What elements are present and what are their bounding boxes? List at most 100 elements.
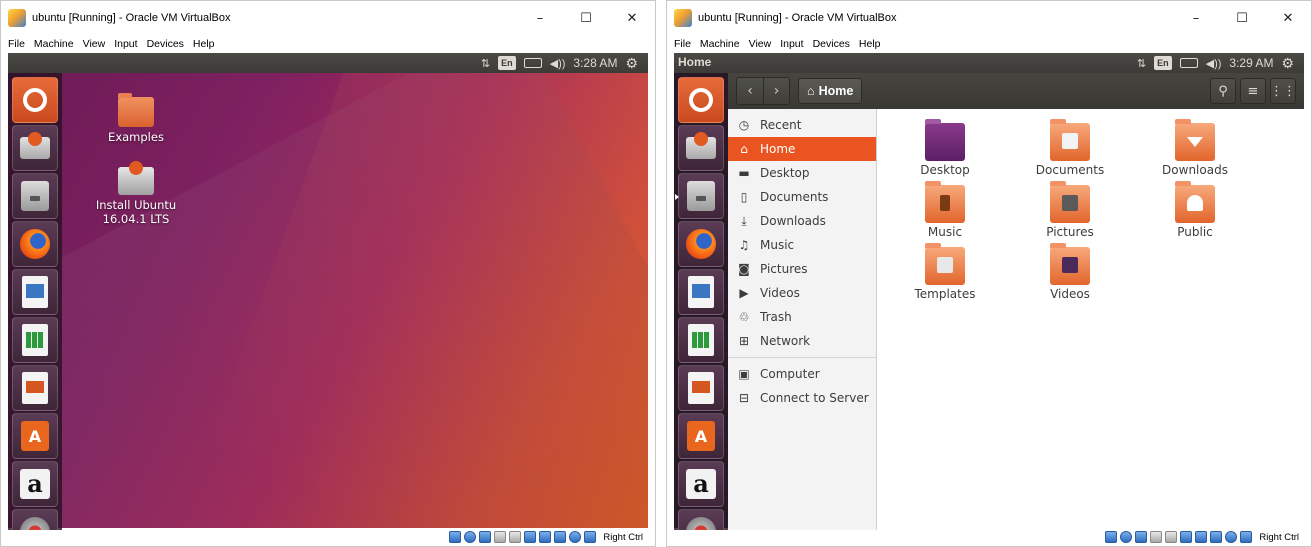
sidebar-item-documents[interactable]: ▯ Documents [728, 185, 876, 209]
libreoffice-calc-icon[interactable] [678, 317, 724, 363]
usb-icon[interactable] [1165, 531, 1178, 543]
video-capture-icon[interactable] [1210, 531, 1223, 543]
dash-search-icon[interactable] [12, 77, 58, 123]
file-item-desktop[interactable]: Desktop [895, 119, 995, 177]
video-capture-icon[interactable] [554, 531, 567, 543]
guest-display[interactable]: Home ⇅ En ◀)) 3:29 AM ⚙ A a ‹ › ⌂ Home ⚲… [674, 53, 1304, 530]
audio-icon[interactable] [1135, 531, 1148, 543]
sidebar-item-videos[interactable]: ▶ Videos [728, 281, 876, 305]
sidebar-item-network[interactable]: ⊞ Network [728, 329, 876, 353]
forward-button[interactable]: › [763, 78, 789, 104]
sidebar-item-connect-to-server[interactable]: ⊟ Connect to Server [728, 386, 876, 410]
libreoffice-impress-icon[interactable] [12, 365, 58, 411]
maximize-button[interactable]: ☐ [1219, 1, 1265, 35]
window-titlebar[interactable]: ubuntu [Running] - Oracle VM VirtualBox … [1, 1, 655, 35]
minimize-button[interactable]: – [1173, 1, 1219, 35]
sidebar-item-music[interactable]: ♫ Music [728, 233, 876, 257]
display-icon[interactable] [1195, 531, 1208, 543]
menu-help[interactable]: Help [859, 38, 881, 50]
minimize-button[interactable]: – [517, 1, 563, 35]
audio-icon[interactable] [479, 531, 492, 543]
menu-view[interactable]: View [83, 38, 106, 50]
sidebar-item-pictures[interactable]: ◙ Pictures [728, 257, 876, 281]
menu-file[interactable]: File [674, 38, 691, 50]
libreoffice-impress-icon[interactable] [678, 365, 724, 411]
clock[interactable]: 3:29 AM [1229, 56, 1273, 70]
firefox-icon[interactable] [678, 221, 724, 267]
optical-drive-icon[interactable] [464, 531, 477, 543]
file-item-public[interactable]: Public [1145, 181, 1245, 239]
ubuntu-software-icon[interactable]: A [12, 413, 58, 459]
keyboard-layout-indicator[interactable]: En [498, 56, 516, 70]
cpu-icon[interactable] [569, 531, 582, 543]
shared-folders-icon[interactable] [524, 531, 537, 543]
host-key-label[interactable]: Right Ctrl [603, 532, 643, 543]
desktop-icon-install-ubuntu[interactable]: Install Ubuntu 16.04.1 LTS [86, 161, 186, 227]
back-button[interactable]: ‹ [737, 78, 763, 104]
close-button[interactable]: ✕ [609, 1, 655, 35]
volume-icon[interactable]: ◀)) [1206, 56, 1222, 70]
system-settings-icon[interactable] [12, 509, 58, 530]
menu-devices[interactable]: Devices [147, 38, 184, 50]
clock[interactable]: 3:28 AM [573, 56, 617, 70]
search-button[interactable]: ⚲ [1210, 78, 1236, 104]
shared-folders-icon[interactable] [1180, 531, 1193, 543]
menu-machine[interactable]: Machine [34, 38, 74, 50]
firefox-icon[interactable] [12, 221, 58, 267]
menu-input[interactable]: Input [114, 38, 137, 50]
network-icon[interactable]: ⇅ [481, 56, 490, 70]
sidebar-item-desktop[interactable]: ▬ Desktop [728, 161, 876, 185]
install-ubuntu-icon[interactable] [12, 125, 58, 171]
volume-icon[interactable]: ◀)) [550, 56, 566, 70]
files-icon[interactable] [12, 173, 58, 219]
amazon-icon[interactable]: a [12, 461, 58, 507]
dash-search-icon[interactable] [678, 77, 724, 123]
sidebar-item-downloads[interactable]: ⤓ Downloads [728, 209, 876, 233]
battery-icon[interactable] [1179, 58, 1198, 68]
files-icon[interactable] [675, 173, 724, 219]
sidebar-item-computer[interactable]: ▣ Computer [728, 362, 876, 386]
hard-disk-icon[interactable] [449, 531, 462, 543]
libreoffice-writer-icon[interactable] [678, 269, 724, 315]
file-item-documents[interactable]: Documents [1020, 119, 1120, 177]
mouse-integration-icon[interactable] [1240, 531, 1253, 543]
virtualbox-window-left[interactable]: ubuntu [Running] - Oracle VM VirtualBox … [0, 0, 656, 547]
network-adapter-icon[interactable] [494, 531, 507, 543]
menu-machine[interactable]: Machine [700, 38, 740, 50]
usb-icon[interactable] [509, 531, 522, 543]
file-item-music[interactable]: Music [895, 181, 995, 239]
sidebar-item-recent[interactable]: ◷ Recent [728, 113, 876, 137]
ubuntu-software-icon[interactable]: A [678, 413, 724, 459]
amazon-icon[interactable]: a [678, 461, 724, 507]
guest-display[interactable]: ⇅ En ◀)) 3:28 AM ⚙ A a Examples Install … [8, 53, 648, 530]
file-item-downloads[interactable]: Downloads [1145, 119, 1245, 177]
file-item-videos[interactable]: Videos [1020, 243, 1120, 301]
file-item-templates[interactable]: Templates [895, 243, 995, 301]
sidebar-item-home[interactable]: ⌂ Home [728, 137, 876, 161]
maximize-button[interactable]: ☐ [563, 1, 609, 35]
menu-file[interactable]: File [8, 38, 25, 50]
grid-view-button[interactable]: ⋮⋮ [1270, 78, 1296, 104]
menu-devices[interactable]: Devices [813, 38, 850, 50]
hard-disk-icon[interactable] [1105, 531, 1118, 543]
network-adapter-icon[interactable] [1150, 531, 1163, 543]
mouse-integration-icon[interactable] [584, 531, 597, 543]
network-icon[interactable]: ⇅ [1137, 56, 1146, 70]
desktop-icon-examples[interactable]: Examples [86, 93, 186, 145]
list-view-button[interactable]: ≡ [1240, 78, 1266, 104]
system-menu-icon[interactable]: ⚙ [1281, 55, 1294, 71]
menu-help[interactable]: Help [193, 38, 215, 50]
cpu-icon[interactable] [1225, 531, 1238, 543]
close-button[interactable]: ✕ [1265, 1, 1311, 35]
path-bar-home-button[interactable]: ⌂ Home [798, 78, 863, 104]
system-settings-icon[interactable] [678, 509, 724, 530]
optical-drive-icon[interactable] [1120, 531, 1133, 543]
keyboard-layout-indicator[interactable]: En [1154, 56, 1172, 70]
menu-view[interactable]: View [749, 38, 772, 50]
libreoffice-writer-icon[interactable] [12, 269, 58, 315]
window-titlebar[interactable]: ubuntu [Running] - Oracle VM VirtualBox … [667, 1, 1311, 35]
install-ubuntu-icon[interactable] [678, 125, 724, 171]
display-icon[interactable] [539, 531, 552, 543]
virtualbox-window-right[interactable]: ubuntu [Running] - Oracle VM VirtualBox … [666, 0, 1312, 547]
file-view[interactable]: Desktop Documents Downloads Music Pictur… [877, 109, 1304, 530]
